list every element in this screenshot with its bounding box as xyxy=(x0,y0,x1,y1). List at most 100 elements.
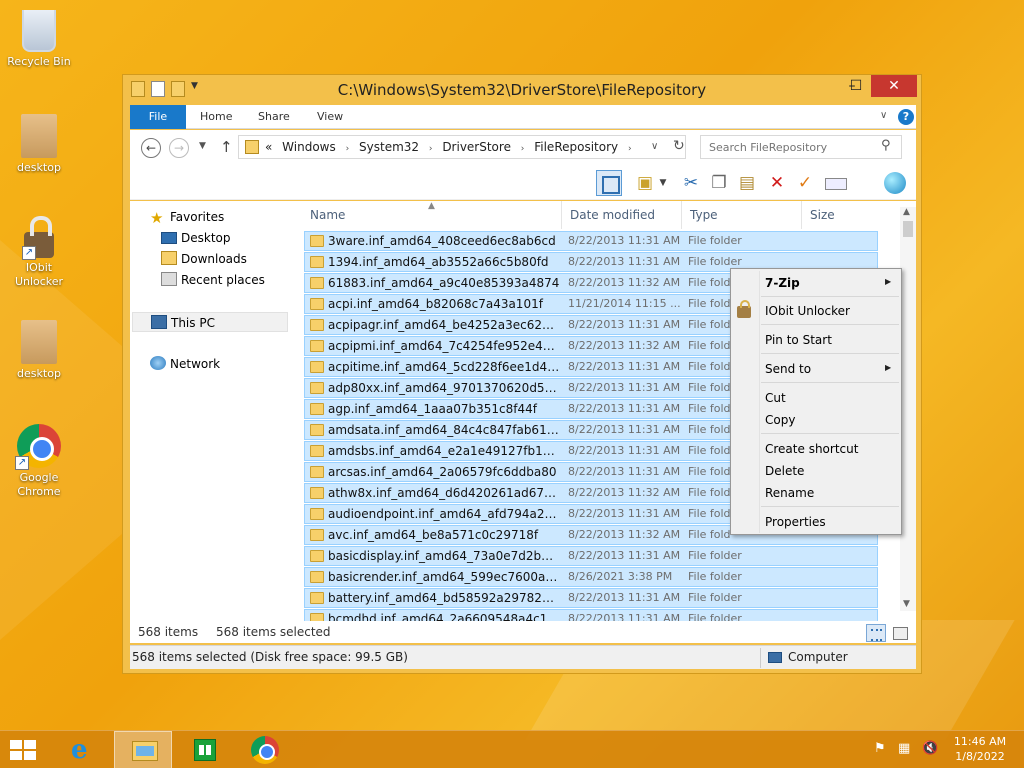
menu-item-delete[interactable]: Delete xyxy=(765,461,804,481)
title-bar[interactable]: ▼ C:\Windows\System32\DriverStore\FileRe… xyxy=(123,75,921,105)
desktop-icon-google-chrome[interactable]: ↗ Google Chrome xyxy=(1,424,77,499)
submenu-arrow-icon: ▶ xyxy=(885,363,892,372)
action-center-flag-icon[interactable]: ⚑ xyxy=(874,741,886,756)
close-button[interactable]: ✕ xyxy=(871,75,917,97)
file-name: basicdisplay.inf_amd64_73a0e7d2b73334c6 xyxy=(328,549,560,563)
column-header-date[interactable]: Date modified xyxy=(564,201,682,229)
nav-this-pc[interactable]: This PC xyxy=(132,312,288,332)
taskbar-store[interactable] xyxy=(175,731,233,768)
desktop-icon-recycle-bin[interactable]: Recycle Bin xyxy=(1,6,77,69)
delete-icon[interactable]: ✕ xyxy=(764,170,790,196)
scroll-down-icon[interactable]: ▼ xyxy=(903,599,910,609)
file-name: battery.inf_amd64_bd58592a297824a4 xyxy=(328,591,560,605)
chrome-icon: ↗ xyxy=(15,424,61,470)
file-date: 8/22/2013 11:32 AM xyxy=(568,339,681,352)
nav-desktop[interactable]: Desktop xyxy=(161,228,231,248)
organize-icon[interactable]: ▣ xyxy=(632,170,658,196)
menu-item-rename[interactable]: Rename xyxy=(765,483,814,503)
cut-icon[interactable]: ✂ xyxy=(678,170,704,196)
command-toolbar: ▣ ▼ ✂ ❐ ▤ ✕ ✓ xyxy=(130,166,916,200)
desktop-icon-iobit-unlocker[interactable]: ↗ IObit Unlocker xyxy=(1,214,77,289)
volume-muted-icon[interactable]: 🔇 xyxy=(922,741,938,756)
breadcrumb-overflow[interactable]: « xyxy=(265,140,272,154)
menu-item-properties[interactable]: Properties xyxy=(765,512,826,532)
desktop-icon-desktop[interactable]: desktop xyxy=(1,320,77,381)
table-row[interactable]: battery.inf_amd64_bd58592a297824a4 8/22/2… xyxy=(304,588,878,608)
tab-home[interactable]: Home xyxy=(200,105,232,129)
nav-downloads[interactable]: Downloads xyxy=(161,249,247,269)
copy-icon[interactable]: ❐ xyxy=(706,170,732,196)
desktop-icon-desktop[interactable]: desktop xyxy=(1,114,77,175)
nav-favorites[interactable]: ★ Favorites xyxy=(150,207,224,227)
folder-icon xyxy=(310,340,324,352)
breadcrumb-filerepository[interactable]: FileRepository xyxy=(534,140,618,154)
folder-icon xyxy=(310,508,324,520)
breadcrumb-windows[interactable]: Windows xyxy=(282,140,336,154)
file-type: File folder xyxy=(688,570,742,583)
breadcrumb-system32[interactable]: System32 xyxy=(359,140,419,154)
column-header-size[interactable]: Size xyxy=(804,201,884,229)
system-clock[interactable]: 11:46 AM 1/8/2022 xyxy=(944,734,1016,764)
chevron-right-icon[interactable]: › xyxy=(628,144,632,154)
nav-label: Recent places xyxy=(181,273,265,287)
chevron-right-icon[interactable]: › xyxy=(346,144,350,154)
file-type: File fold xyxy=(688,444,731,457)
taskbar-internet-explorer[interactable]: e xyxy=(53,731,111,768)
preview-pane-icon[interactable] xyxy=(596,170,622,196)
maximize-button[interactable]: ☐ xyxy=(843,75,869,97)
table-row[interactable]: basicdisplay.inf_amd64_73a0e7d2b73334c6 8… xyxy=(304,546,878,566)
vertical-scrollbar[interactable]: ▲ ▼ xyxy=(900,207,916,611)
breadcrumb-driverstore[interactable]: DriverStore xyxy=(442,140,511,154)
chevron-down-icon[interactable]: ∨ xyxy=(651,141,658,152)
back-button[interactable]: ← xyxy=(141,138,161,158)
nav-recent-places[interactable]: Recent places xyxy=(161,270,265,290)
help-icon[interactable]: ? xyxy=(898,109,914,125)
chevron-right-icon[interactable]: › xyxy=(429,144,433,154)
forward-button[interactable]: → xyxy=(169,138,189,158)
chevron-right-icon[interactable]: › xyxy=(521,144,525,154)
up-button[interactable]: ↑ xyxy=(220,138,233,156)
search-input[interactable] xyxy=(701,136,871,158)
network-status-icon[interactable]: ▦ xyxy=(898,741,910,756)
globe-icon[interactable] xyxy=(882,170,908,196)
checkmark-icon[interactable]: ✓ xyxy=(792,170,818,196)
file-date: 8/22/2013 11:32 AM xyxy=(568,276,681,289)
menu-item-cut[interactable]: Cut xyxy=(765,388,786,408)
tab-file[interactable]: File xyxy=(130,105,186,129)
menu-item-copy[interactable]: Copy xyxy=(765,410,795,430)
nav-network[interactable]: Network xyxy=(150,354,220,374)
paste-icon[interactable]: ▤ xyxy=(734,170,760,196)
menu-item-send-to[interactable]: Send to xyxy=(765,359,811,379)
table-row[interactable]: basicrender.inf_amd64_599ec7600a215155 8/… xyxy=(304,567,878,587)
address-bar[interactable]: « Windows › System32 › DriverStore › Fil… xyxy=(238,135,686,159)
clock-date: 1/8/2022 xyxy=(955,750,1005,763)
menu-item-iobit-unlocker[interactable]: IObit Unlocker xyxy=(765,301,850,321)
rename-icon[interactable] xyxy=(822,170,848,196)
recent-locations-chevron-icon[interactable]: ▼ xyxy=(199,141,206,151)
expand-ribbon-icon[interactable]: ∨ xyxy=(880,110,887,121)
column-header-type[interactable]: Type xyxy=(684,201,802,229)
scroll-thumb[interactable] xyxy=(903,221,913,237)
taskbar-chrome[interactable] xyxy=(236,731,294,768)
menu-item-7zip[interactable]: 7-Zip xyxy=(765,273,800,293)
tab-view[interactable]: View xyxy=(317,105,343,129)
menu-separator xyxy=(761,382,899,383)
search-icon[interactable]: ⚲ xyxy=(881,138,891,153)
file-name: acpipmi.inf_amd64_7c4254fe952e4964 xyxy=(328,339,560,353)
chevron-down-icon[interactable]: ▼ xyxy=(656,170,670,196)
scroll-up-icon[interactable]: ▲ xyxy=(903,207,910,217)
column-header-name[interactable]: ▲ Name xyxy=(304,201,562,229)
file-date: 8/22/2013 11:31 AM xyxy=(568,465,681,478)
large-icons-view-icon[interactable] xyxy=(890,624,910,642)
taskbar-file-explorer[interactable] xyxy=(114,731,172,768)
table-row[interactable]: 3ware.inf_amd64_408ceed6ec8ab6cd 8/22/201… xyxy=(304,231,878,251)
refresh-icon[interactable]: ↻ xyxy=(673,138,685,154)
file-name: 61883.inf_amd64_a9c40e85393a4874 xyxy=(328,276,560,290)
start-button[interactable] xyxy=(10,740,38,762)
details-view-icon[interactable] xyxy=(866,624,886,642)
tab-share[interactable]: Share xyxy=(258,105,290,129)
menu-item-pin-to-start[interactable]: Pin to Start xyxy=(765,330,832,350)
windows-logo-icon xyxy=(10,740,22,749)
file-type: File fold xyxy=(688,528,731,541)
menu-item-create-shortcut[interactable]: Create shortcut xyxy=(765,439,858,459)
